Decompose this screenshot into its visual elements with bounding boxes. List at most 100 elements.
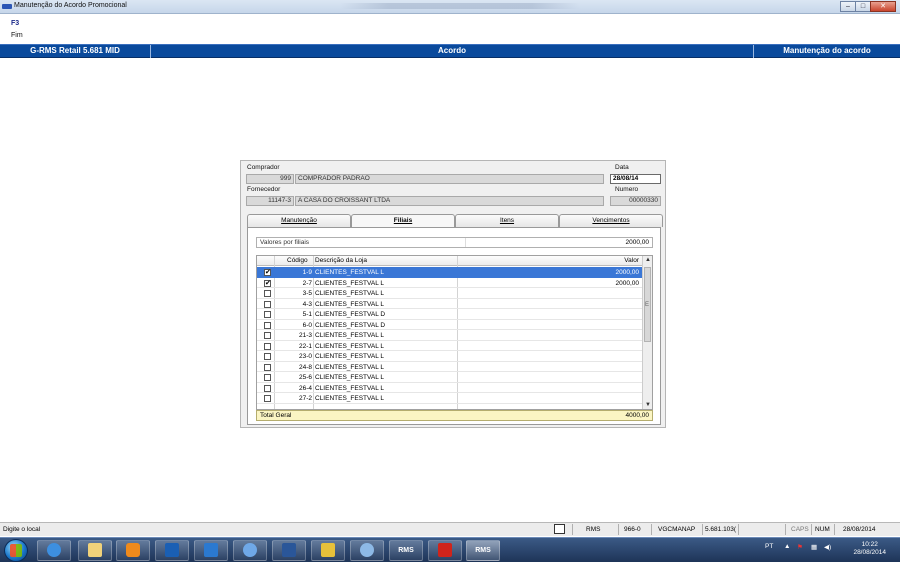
taskbar-outlook[interactable] — [155, 540, 189, 561]
status-num: NUM — [815, 526, 830, 533]
row-codigo: 3-5 — [302, 290, 312, 297]
row-checkbox[interactable] — [264, 290, 271, 297]
taskbar-word[interactable] — [272, 540, 306, 561]
comprador-code-field[interactable]: 999 — [246, 174, 294, 184]
taskbar-explorer[interactable] — [78, 540, 112, 561]
row-codigo: 24-8 — [298, 363, 312, 371]
grid-scrollbar[interactable]: ▲ E ▼ — [642, 256, 652, 409]
row-descricao: CLIENTES_FESTVAL L — [315, 279, 384, 287]
tray-volume-icon[interactable]: ◀) — [824, 543, 831, 551]
row-checkbox[interactable]: ✔ — [264, 269, 271, 276]
row-checkbox[interactable] — [264, 311, 271, 318]
scroll-up-icon[interactable]: ▲ — [645, 257, 651, 263]
tray-clock[interactable]: 10:22 28/08/2014 — [853, 541, 886, 557]
row-descricao: CLIENTES_FESTVAL L — [315, 374, 384, 381]
table-row[interactable]: 6-0 CLIENTES_FESTVAL D — [257, 320, 642, 330]
row-codigo: 25-6 — [298, 374, 312, 381]
row-checkbox[interactable] — [264, 300, 271, 308]
data-field[interactable]: 28/08/14 — [610, 174, 661, 184]
row-checkbox[interactable] — [264, 353, 271, 360]
status-divider — [811, 524, 812, 535]
taskbar-media[interactable] — [116, 540, 150, 561]
minimize-button[interactable]: – — [840, 1, 856, 12]
tab-itens[interactable]: Itens — [455, 214, 559, 227]
valores-value[interactable]: 2000,00 — [626, 239, 650, 246]
taskbar-lync[interactable] — [194, 540, 228, 561]
row-codigo: 6-0 — [302, 321, 312, 329]
fornecedor-label: Fornecedor — [247, 186, 281, 193]
taskbar-rms-active[interactable]: RMS — [466, 540, 500, 561]
tab-vencimentos[interactable]: Vencimentos — [559, 214, 663, 227]
comprador-label: Comprador — [247, 164, 280, 171]
taskbar: RMS RMS PT ▲ ⚑ ▦ ◀) 10:22 28/08/2014 — [0, 537, 900, 562]
scroll-down-icon[interactable]: ▼ — [645, 402, 651, 408]
table-row[interactable]: ✔ 2-7 CLIENTES_FESTVAL L 2000,00 — [257, 278, 642, 288]
taskbar-infinity[interactable] — [233, 540, 267, 561]
maximize-button[interactable]: □ — [855, 1, 871, 12]
tray-flag-icon[interactable]: ⚑ — [797, 543, 803, 551]
row-valor[interactable]: 2000,00 — [616, 269, 640, 276]
status-user: VGCMANAP — [658, 526, 696, 533]
row-checkbox[interactable]: ✔ — [264, 279, 271, 287]
row-codigo: 21-3 — [298, 332, 312, 339]
close-button[interactable]: ✕ — [870, 1, 896, 12]
start-button[interactable] — [4, 539, 28, 562]
numero-field[interactable]: 00000330 — [610, 196, 661, 206]
row-checkbox[interactable] — [264, 342, 271, 350]
row-checkbox[interactable] — [264, 332, 271, 339]
taskbar-installer[interactable] — [311, 540, 345, 561]
taskbar-rms-globe[interactable] — [350, 540, 384, 561]
table-row[interactable]: 26-4 CLIENTES_FESTVAL L — [257, 383, 642, 393]
fornecedor-code-field[interactable]: 11147-3 — [246, 196, 294, 206]
column-header-codigo[interactable]: Código — [287, 257, 308, 264]
table-row[interactable]: 23-0 CLIENTES_FESTVAL L — [257, 351, 642, 362]
row-checkbox[interactable] — [264, 395, 271, 402]
word-icon — [282, 543, 296, 558]
comprador-name-field[interactable]: COMPRADOR PADRAO — [295, 174, 604, 184]
tab-manutencao[interactable]: Manutenção — [247, 214, 351, 227]
status-divider — [785, 524, 786, 535]
header-section: Acordo — [438, 46, 466, 55]
fornecedor-name-field[interactable]: A CASA DO CROISSANT LTDA — [295, 196, 604, 206]
document-icon[interactable] — [554, 524, 565, 534]
title-bar-glare — [340, 3, 580, 9]
folder-icon — [88, 543, 102, 558]
tray-network-icon[interactable]: ▦ — [811, 543, 817, 551]
row-checkbox[interactable] — [264, 374, 271, 381]
tray-expand-icon[interactable]: ▲ — [784, 543, 790, 550]
clock-date: 28/08/2014 — [853, 549, 886, 556]
grid-rows: ✔ 1-9 CLIENTES_FESTVAL L 2000,00 ✔ 2-7 CLIENTE… — [257, 267, 642, 404]
table-row[interactable]: ✔ 1-9 CLIENTES_FESTVAL L 2000,00 — [257, 267, 642, 278]
table-row[interactable]: 5-1 CLIENTES_FESTVAL D — [257, 309, 642, 320]
table-row[interactable]: 24-8 CLIENTES_FESTVAL L — [257, 362, 642, 372]
table-row[interactable]: 21-3 CLIENTES_FESTVAL L — [257, 330, 642, 341]
taskbar-pdf[interactable] — [428, 540, 462, 561]
row-valor[interactable]: 2000,00 — [616, 280, 640, 287]
header-screen-name: Manutenção do acordo — [783, 46, 871, 55]
infinity-icon — [243, 543, 257, 558]
taskbar-rms-app[interactable]: RMS — [389, 540, 423, 561]
column-header-valor[interactable]: Valor — [624, 257, 639, 264]
table-row[interactable]: 25-6 CLIENTES_FESTVAL L — [257, 372, 642, 383]
media-icon — [126, 543, 140, 558]
valores-label: Valores por filiais — [260, 239, 310, 246]
row-descricao: CLIENTES_FESTVAL L — [315, 342, 384, 350]
row-codigo: 4-3 — [302, 300, 312, 308]
tab-filiais[interactable]: Filiais — [351, 214, 455, 228]
menu-item-fim[interactable]: Fim — [11, 32, 23, 39]
grid-header: Código Descrição da Loja Valor — [257, 256, 642, 266]
table-row[interactable]: 4-3 CLIENTES_FESTVAL L — [257, 299, 642, 309]
row-checkbox[interactable] — [264, 363, 271, 371]
table-row[interactable]: 27-2 CLIENTES_FESTVAL L — [257, 393, 642, 404]
row-codigo: 23-0 — [298, 353, 312, 360]
taskbar-ie[interactable] — [37, 540, 71, 561]
column-header-descricao[interactable]: Descrição da Loja — [315, 257, 367, 264]
menu-shortcut-key[interactable]: F3 — [11, 20, 19, 27]
row-checkbox[interactable] — [264, 384, 271, 392]
tray-language[interactable]: PT — [765, 543, 773, 550]
table-row[interactable]: 3-5 CLIENTES_FESTVAL L — [257, 288, 642, 299]
row-codigo: 27-2 — [298, 395, 312, 402]
row-checkbox[interactable] — [264, 321, 271, 329]
table-row[interactable]: 22-1 CLIENTES_FESTVAL L — [257, 341, 642, 351]
scroll-marker: E — [645, 302, 650, 308]
